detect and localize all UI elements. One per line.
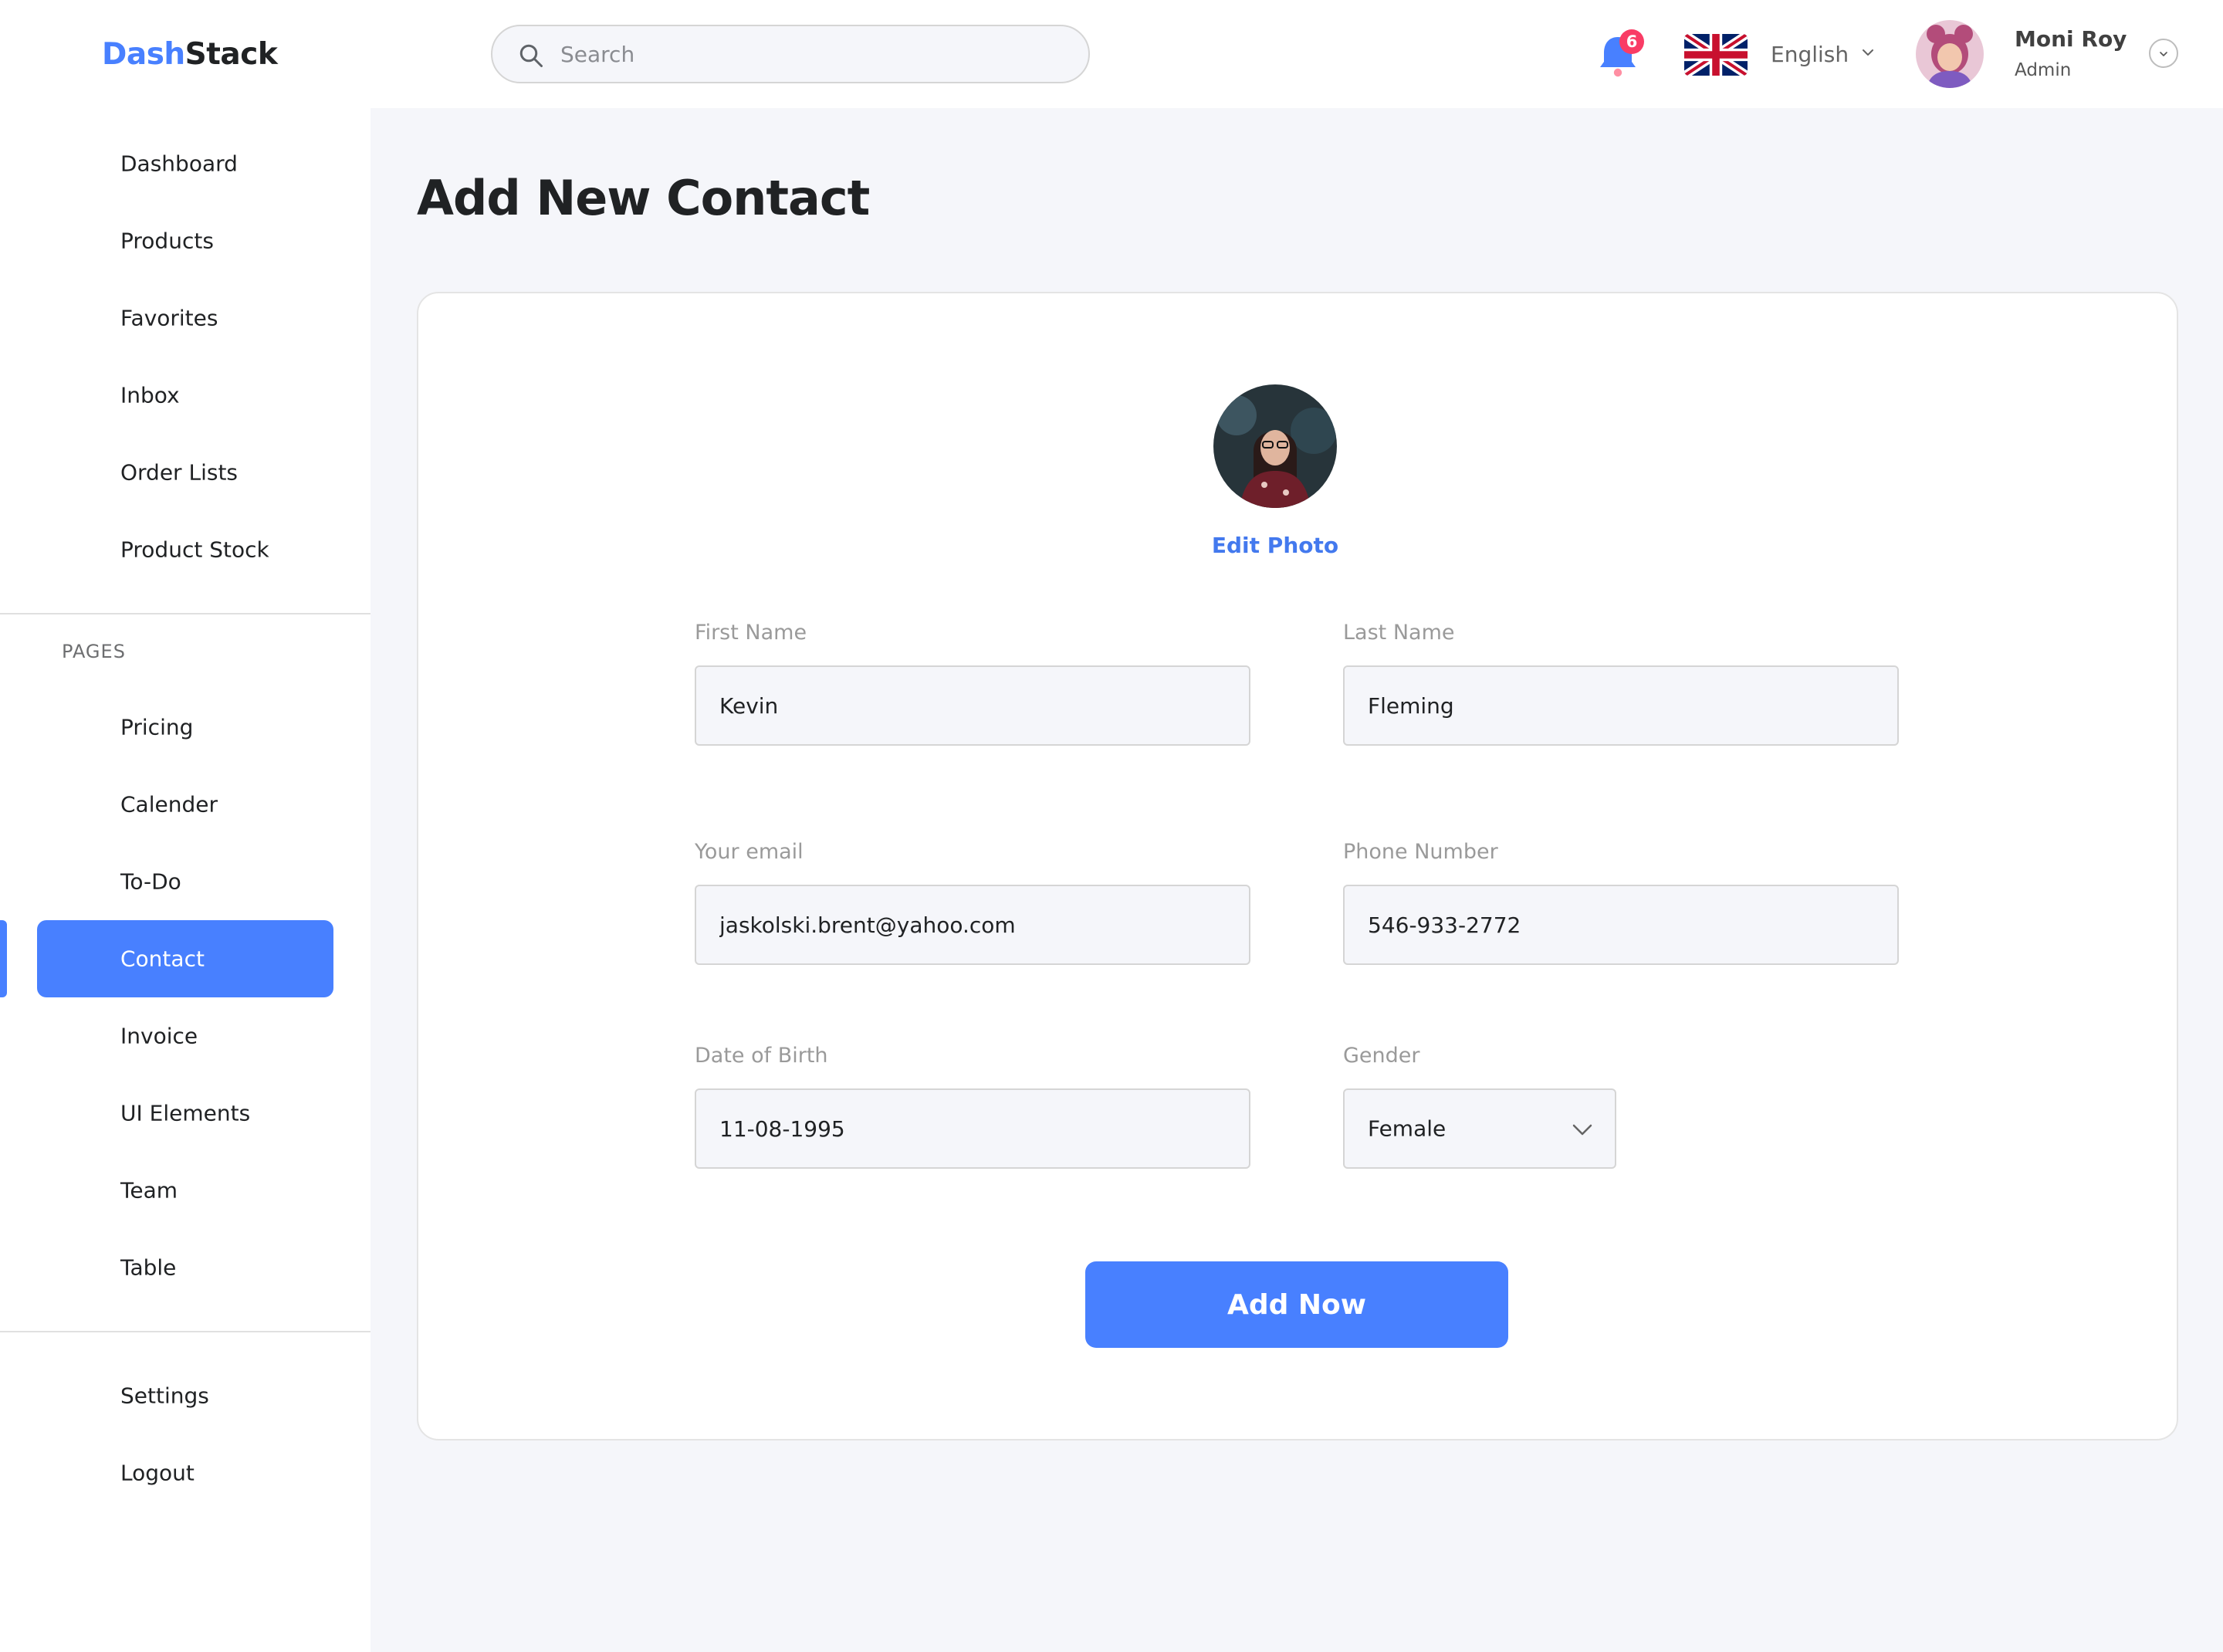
sidebar-item-to-do[interactable]: To-Do [37,843,333,920]
sidebar-item-label: Inbox [120,382,180,408]
gender-select[interactable]: Female [1343,1088,1616,1169]
language-selector-label[interactable]: English [1771,42,1849,67]
sidebar: Dashboard Products Favorites Inbox Order… [0,108,370,1652]
sidebar-item-pricing[interactable]: Pricing [37,689,333,766]
user-name: Moni Roy [2015,26,2127,52]
sidebar-item-label: Team [120,1177,178,1203]
sidebar-item-label: Table [120,1254,177,1281]
sidebar-item-invoice[interactable]: Invoice [37,997,333,1075]
sidebar-item-label: Settings [120,1383,209,1409]
sidebar-item-product-stock[interactable]: Product Stock [37,511,333,588]
last-name-field-box [1343,665,1899,746]
sidebar-item-ui-elements[interactable]: UI Elements [37,1075,333,1152]
chevron-down-icon[interactable] [1859,43,1877,62]
sidebar-item-label: Dashboard [120,151,238,177]
page-title: Add New Contact [417,170,870,226]
first-name-label: First Name [695,621,807,645]
sidebar-item-label: Favorites [120,305,218,331]
sidebar-item-label: Contact [120,946,205,972]
sidebar-divider [0,1331,370,1332]
gender-selected-value: Female [1368,1115,1446,1142]
date-of-birth-label: Date of Birth [695,1044,828,1068]
search-input[interactable] [560,26,1070,82]
sidebar-item-label: To-Do [120,868,181,895]
brand-logo-part2: Stack [184,37,278,72]
email-field-box [695,885,1250,965]
sidebar-item-label: Logout [120,1460,195,1486]
uk-flag-icon[interactable] [1684,34,1748,76]
sidebar-item-dashboard[interactable]: Dashboard [37,125,333,202]
last-name-label: Last Name [1343,621,1455,645]
sidebar-item-label: Pricing [120,714,194,740]
chevron-down-icon [2160,52,2167,56]
user-role: Admin [2015,60,2072,80]
sidebar-divider [0,613,370,614]
user-menu-button[interactable] [2149,39,2178,68]
search-bar[interactable] [491,25,1090,83]
sidebar-item-inbox[interactable]: Inbox [37,357,333,434]
active-item-marker [0,920,7,997]
phone-input[interactable] [1368,886,1877,963]
sidebar-item-order-lists[interactable]: Order Lists [37,434,333,511]
search-icon [519,44,543,67]
sidebar-item-team[interactable]: Team [37,1152,333,1229]
user-avatar[interactable] [1916,20,1984,88]
brand-logo[interactable]: DashStack [102,37,278,72]
app-window: DashStack 6 English [0,0,2223,1652]
sidebar-item-table[interactable]: Table [37,1229,333,1306]
date-of-birth-field-box [695,1088,1250,1169]
sidebar-item-contact[interactable]: Contact [37,920,333,997]
sidebar-item-label: Product Stock [120,537,269,563]
add-now-button[interactable]: Add Now [1085,1261,1508,1348]
brand-logo-part1: Dash [102,37,185,72]
last-name-input[interactable] [1368,667,1877,744]
phone-field-box [1343,885,1899,965]
sidebar-item-label: Calender [120,791,218,818]
sidebar-item-products[interactable]: Products [37,202,333,279]
sidebar-item-label: UI Elements [120,1100,251,1126]
sidebar-section-label: PAGES [62,641,126,662]
email-label: Your email [695,840,804,864]
sidebar-item-calender[interactable]: Calender [37,766,333,843]
contact-photo[interactable] [1213,384,1337,508]
gender-label: Gender [1343,1044,1420,1068]
sidebar-item-favorites[interactable]: Favorites [37,279,333,357]
date-of-birth-input[interactable] [719,1090,1229,1167]
edit-photo-link[interactable]: Edit Photo [1181,533,1369,558]
first-name-field-box [695,665,1250,746]
sidebar-item-settings[interactable]: Settings [37,1357,333,1434]
chevron-down-icon [1572,1124,1592,1136]
top-bar: DashStack 6 English [0,0,2223,108]
sidebar-item-label: Invoice [120,1023,198,1049]
sidebar-item-label: Products [120,228,214,254]
email-input[interactable] [719,886,1229,963]
sidebar-item-label: Order Lists [120,459,239,486]
sidebar-item-logout[interactable]: Logout [37,1434,333,1512]
phone-label: Phone Number [1343,840,1498,864]
notification-count-badge: 6 [1619,29,1644,54]
first-name-input[interactable] [719,667,1229,744]
